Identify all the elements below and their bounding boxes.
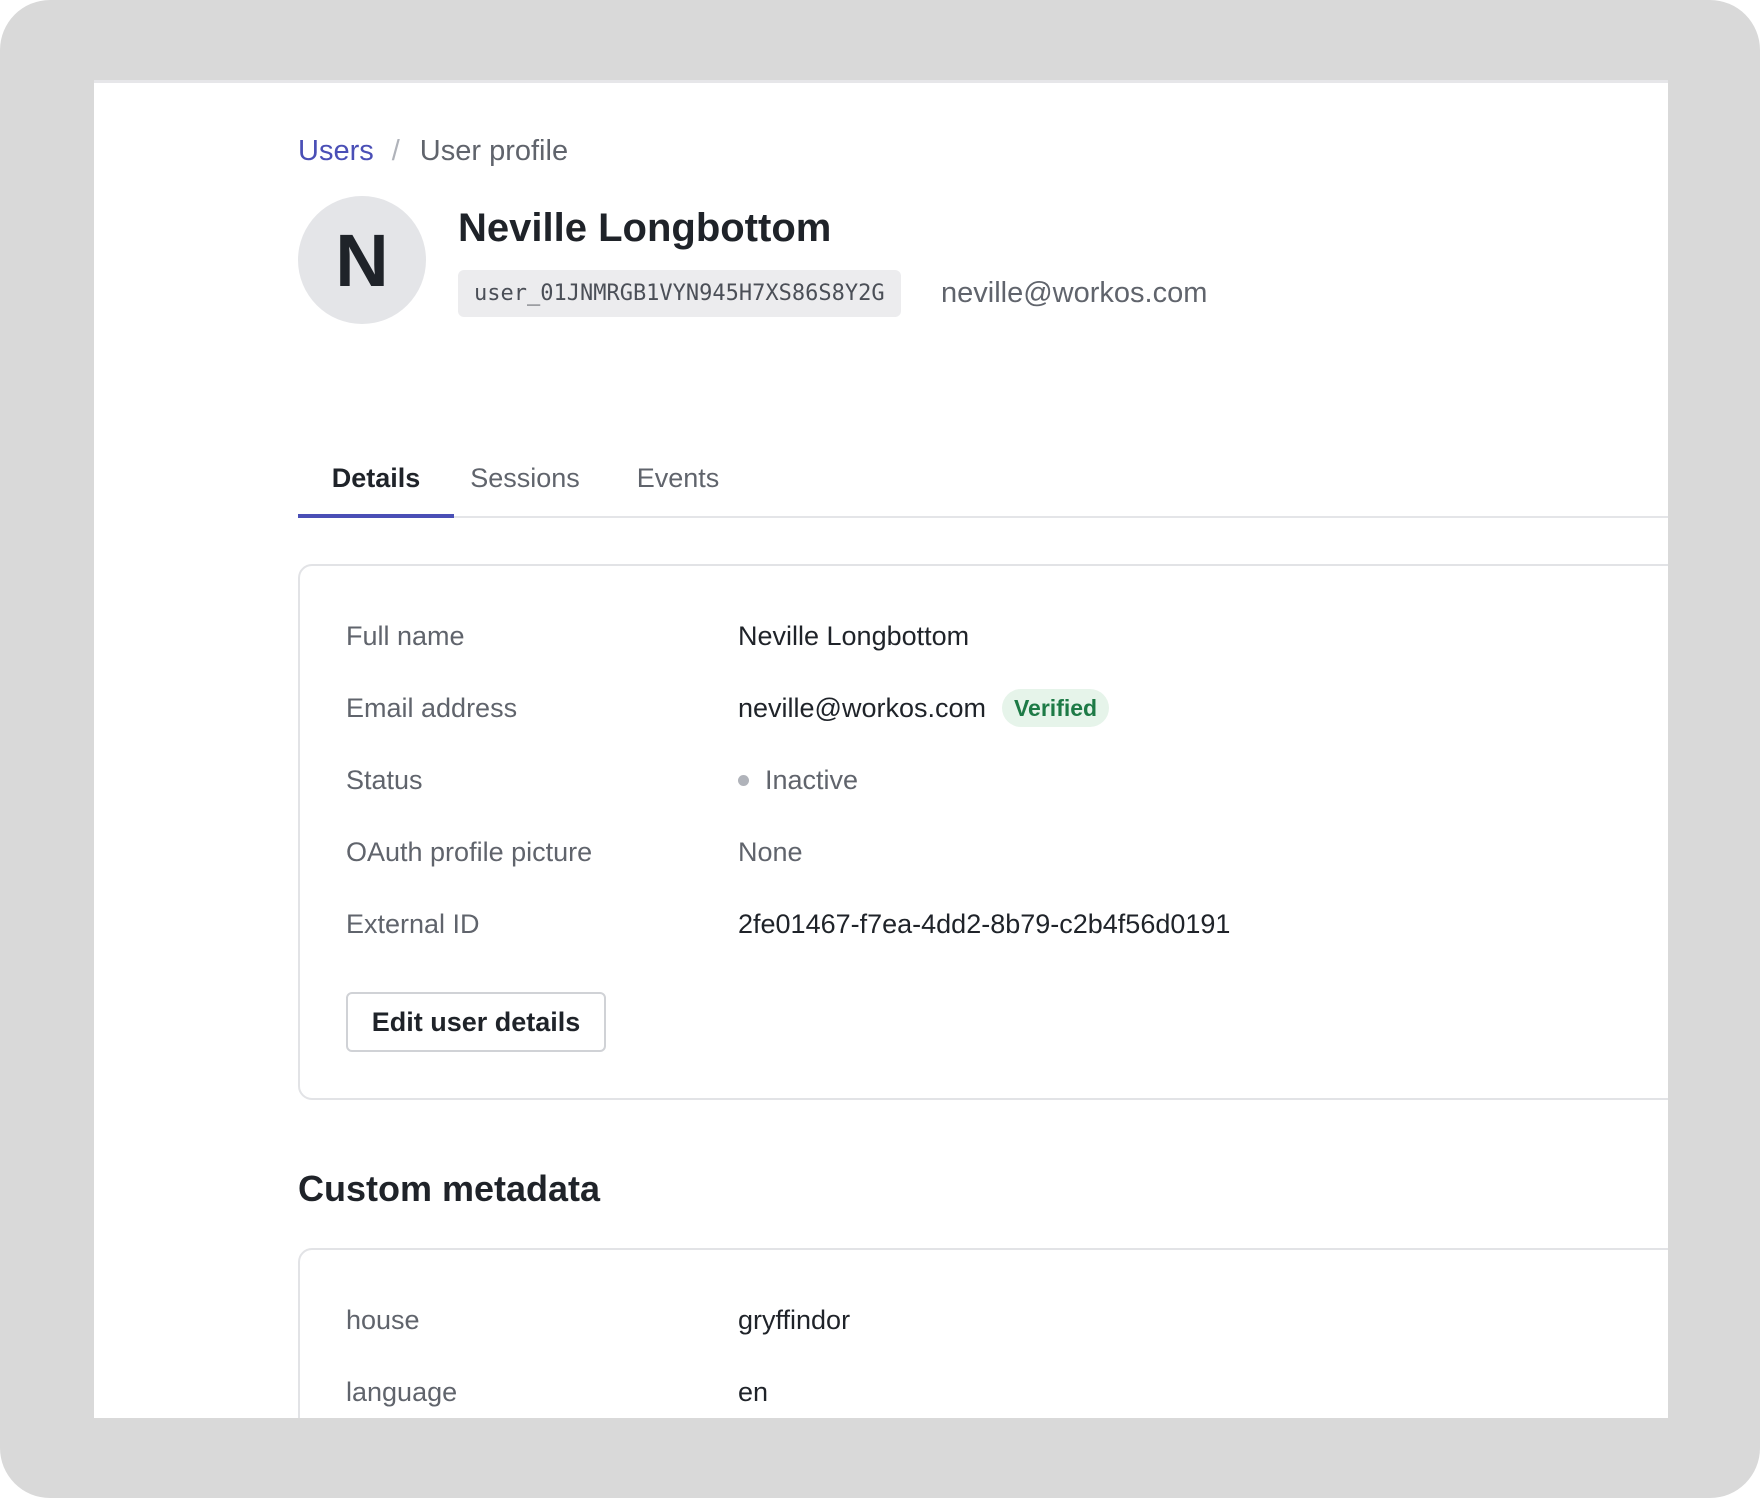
breadcrumb-users-link[interactable]: Users — [298, 126, 374, 176]
detail-row-external-id: External ID 2fe01467-f7ea-4dd2-8b79-c2b4… — [346, 900, 1230, 948]
external-id-value: 2fe01467-f7ea-4dd2-8b79-c2b4f56d0191 — [738, 908, 1231, 939]
status-label: Status — [346, 764, 423, 795]
status-value: Inactive — [765, 764, 859, 795]
tab-events[interactable]: Events — [628, 440, 728, 516]
email-label: Email address — [346, 692, 518, 723]
details-card: Full name Neville Longbottom Email addre… — [298, 564, 1668, 1100]
metadata-value: en — [738, 1376, 769, 1407]
oauth-picture-value: None — [738, 836, 803, 867]
top-divider — [94, 80, 1668, 83]
detail-row-status: Status Inactive — [346, 756, 858, 804]
tab-bar: Details Sessions Events — [298, 440, 1668, 518]
tab-details[interactable]: Details — [298, 440, 454, 518]
email-value: neville@workos.com — [738, 692, 986, 723]
avatar-initial: N — [335, 218, 389, 302]
tab-sessions[interactable]: Sessions — [466, 440, 584, 516]
status-dot-icon — [738, 774, 749, 786]
full-name-label: Full name — [346, 620, 465, 651]
page-title: Neville Longbottom — [458, 206, 832, 250]
edit-user-details-button[interactable]: Edit user details — [346, 992, 606, 1052]
custom-metadata-title: Custom metadata — [298, 1168, 601, 1209]
status-value-group: Inactive — [738, 765, 858, 796]
header-email: neville@workos.com — [941, 277, 1208, 309]
metadata-key: language — [346, 1376, 458, 1407]
oauth-picture-label: OAuth profile picture — [346, 836, 593, 867]
verified-badge: Verified — [1001, 689, 1110, 727]
full-name-value: Neville Longbottom — [738, 620, 970, 651]
detail-row-email: Email address neville@workos.com Verifie… — [346, 684, 1110, 732]
detail-row-full-name: Full name Neville Longbottom — [346, 612, 969, 660]
user-profile-page: Users / User profile N Neville Longbotto… — [94, 80, 1668, 1418]
metadata-key: house — [346, 1304, 420, 1335]
user-id-badge[interactable]: user_01JNMRGB1VYN945H7XS86S8Y2G — [458, 270, 901, 317]
metadata-value: gryffindor — [738, 1304, 851, 1335]
detail-row-oauth-picture: OAuth profile picture None — [346, 828, 803, 876]
external-id-label: External ID — [346, 908, 480, 939]
avatar: N — [298, 196, 426, 324]
screenshot-frame: Users / User profile N Neville Longbotto… — [0, 0, 1760, 1498]
metadata-row: language en — [346, 1368, 768, 1416]
breadcrumb-current: User profile — [419, 135, 569, 167]
breadcrumb: Users / User profile — [298, 126, 568, 176]
metadata-row: house gryffindor — [346, 1296, 850, 1344]
breadcrumb-separator: / — [391, 135, 400, 167]
custom-metadata-card: house gryffindor language en — [298, 1248, 1668, 1418]
email-value-group: neville@workos.com Verified — [738, 689, 1110, 727]
